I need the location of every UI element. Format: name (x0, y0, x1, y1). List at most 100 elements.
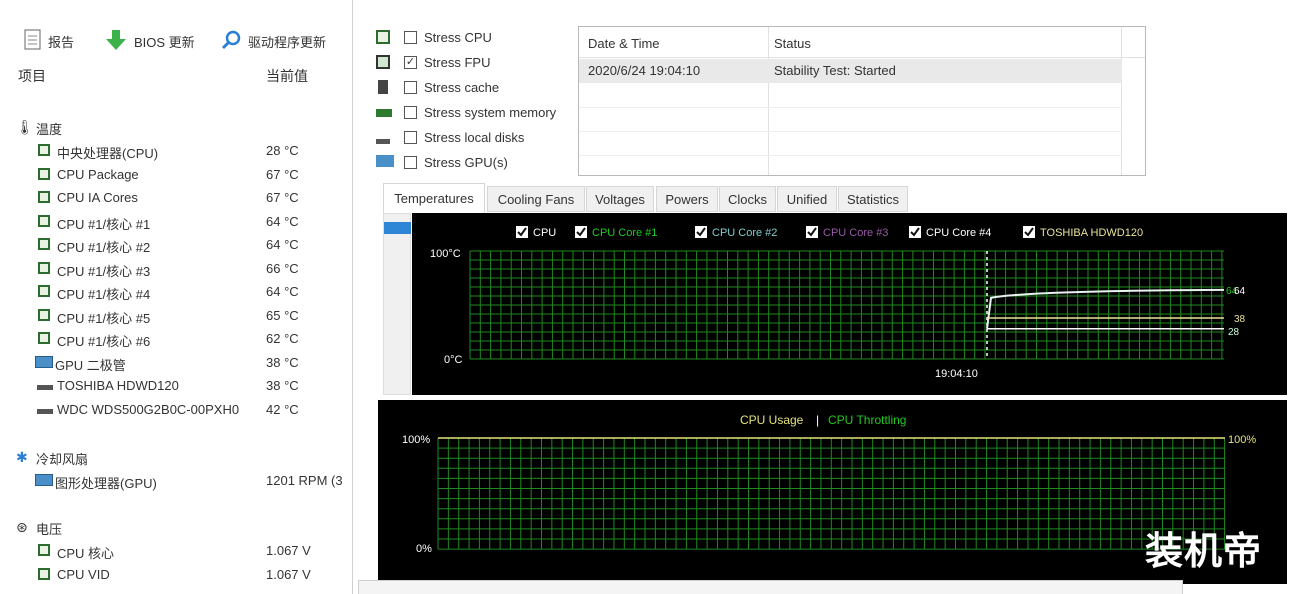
stress-checkbox[interactable] (404, 131, 417, 144)
legend-cpu-usage: CPU Usage (740, 413, 804, 427)
log-row[interactable]: 2020/6/24 19:04:10 Stability Test: Start… (579, 59, 1122, 83)
cache-icon (378, 80, 388, 94)
cpu-icon (38, 261, 50, 274)
log-header (579, 27, 1145, 58)
stress-checkbox[interactable] (404, 156, 417, 169)
sensor-value: 65 °C (266, 307, 299, 323)
y-axis-top-label: 100% (402, 434, 430, 446)
series-end-label: 38 (1234, 314, 1246, 325)
log-header-datetime[interactable]: Date & Time (588, 36, 660, 51)
report-button[interactable]: 报告 (24, 26, 74, 56)
usage-end-label: 100% (1228, 434, 1256, 446)
cpu-icon (38, 144, 50, 156)
legend-label: CPU Core #2 (712, 227, 777, 239)
status-log: Date & Time Status 2020/6/24 19:04:10 St… (578, 26, 1146, 176)
legend-separator: | (816, 413, 819, 427)
sensor-row[interactable]: CPU #1/核心 #5 65 °C (0, 305, 352, 327)
tab-voltages[interactable]: Voltages (586, 186, 654, 212)
bios-update-button[interactable]: BIOS 更新 (104, 26, 195, 56)
tab-powers[interactable]: Powers (656, 186, 718, 212)
stress-checkbox[interactable] (404, 31, 417, 44)
voltage-icon: ⊛ (16, 519, 28, 535)
driver-update-button[interactable]: 驱动程序更新 (220, 26, 326, 56)
legend-label: CPU Core #1 (592, 227, 657, 239)
sensor-label: CPU #1/核心 #6 (57, 334, 151, 349)
sensor-row[interactable]: CPU #1/核心 #4 64 °C (0, 281, 352, 303)
sensor-row[interactable]: CPU #1/核心 #3 66 °C (0, 258, 352, 280)
sensor-row[interactable]: CPU #1/核心 #2 64 °C (0, 234, 352, 256)
stress-option[interactable]: Stress system memory (374, 105, 579, 125)
sensor-group-2[interactable]: ⊛ 电压 (0, 516, 352, 538)
scroll-thumb[interactable] (384, 222, 411, 234)
sensor-label: CPU #1/核心 #4 (57, 287, 151, 302)
stress-option[interactable]: Stress CPU (374, 30, 579, 50)
sensor-label: 图形处理器(GPU) (55, 476, 157, 491)
stress-option[interactable]: Stress GPU(s) (374, 155, 579, 175)
tab-temperatures[interactable]: Temperatures (383, 183, 485, 213)
sensor-value: 38 °C (266, 354, 299, 370)
sensor-label: CPU 核心 (57, 546, 115, 561)
sensor-label: CPU #1/核心 #2 (57, 240, 151, 255)
stress-checkbox[interactable]: ✓ (404, 56, 417, 69)
tab-cooling-fans[interactable]: Cooling Fans (487, 186, 585, 212)
sensor-value: 67 °C (266, 166, 299, 182)
sensor-value: 64 °C (266, 213, 299, 229)
sensor-row[interactable]: CPU VID 1.067 V (0, 564, 352, 586)
stress-option[interactable]: Stress local disks (374, 130, 579, 150)
sensor-row[interactable]: WDC WDS500G2B0C-00PXH0 42 °C (0, 399, 352, 421)
cpu-icon (38, 544, 50, 556)
sensor-row[interactable]: CPU #1/核心 #6 62 °C (0, 328, 352, 350)
sensor-value: 66 °C (266, 260, 299, 276)
sensor-group-label: 冷却风扇 (36, 452, 89, 467)
sensor-row[interactable]: TOSHIBA HDWD120 38 °C (0, 375, 352, 397)
driver-update-label: 驱动程序更新 (248, 34, 327, 50)
tab-statistics[interactable]: Statistics (838, 186, 908, 212)
sensor-row[interactable]: 中央处理器(CPU) 28 °C (0, 140, 352, 162)
column-header-value[interactable]: 当前值 (266, 66, 308, 86)
sensor-row[interactable]: CPU IA Cores 67 °C (0, 187, 352, 209)
sensor-value: 67 °C (266, 190, 299, 205)
sensor-label: CPU Package (57, 166, 139, 182)
graph-scroll-strip[interactable] (383, 213, 411, 395)
sensor-value: 64 °C (266, 237, 299, 252)
disk-icon (376, 139, 390, 144)
sensor-group-0[interactable]: 🌡 温度 (0, 116, 352, 138)
log-row-divider (579, 155, 1122, 156)
legend-label: CPU Core #4 (926, 227, 991, 239)
sensor-label: CPU #1/核心 #3 (57, 263, 151, 279)
sensor-group-label: 温度 (36, 122, 63, 137)
sensor-row[interactable]: GPU 二极管 38 °C (0, 352, 352, 374)
disk-icon (37, 408, 53, 414)
sensor-label: CPU #1/核心 #1 (57, 216, 151, 232)
sensor-value: 62 °C (266, 331, 299, 346)
sensor-row[interactable]: CPU #1/核心 #1 64 °C (0, 211, 352, 233)
sensor-value: 64 °C (266, 284, 299, 299)
bios-update-label: BIOS 更新 (134, 34, 195, 50)
sensor-row[interactable]: 图形处理器(GPU) 1201 RPM (3 (0, 470, 352, 492)
stress-option[interactable]: ✓ Stress FPU (374, 55, 579, 75)
log-header-status[interactable]: Status (774, 36, 811, 51)
memory-icon (376, 109, 392, 117)
stress-checkbox[interactable] (404, 81, 417, 94)
report-label: 报告 (48, 34, 75, 50)
sensor-row[interactable]: CPU 核心 1.067 V (0, 540, 352, 562)
column-header-item[interactable]: 项目 (18, 66, 46, 86)
legend-label: TOSHIBA HDWD120 (1040, 227, 1143, 239)
legend-cpu-throttling: CPU Throttling (828, 413, 906, 427)
sensor-value: 38 °C (266, 378, 299, 393)
stress-checkbox[interactable] (404, 106, 417, 119)
tab-clocks[interactable]: Clocks (719, 186, 776, 212)
stress-option[interactable]: Stress cache (374, 80, 579, 100)
sensor-label: GPU 二极管 (55, 357, 126, 373)
stress-label: Stress system memory (424, 105, 557, 120)
download-arrow-icon (104, 28, 128, 55)
cpu-icon (38, 308, 50, 321)
sensor-label: CPU #1/核心 #5 (57, 310, 151, 326)
cpu-icon (38, 214, 50, 227)
sensor-group-1[interactable]: ✱ 冷却风扇 (0, 446, 352, 468)
gpu-icon (35, 474, 53, 486)
tab-unified[interactable]: Unified (777, 186, 837, 212)
sensor-value: 28 °C (266, 143, 299, 158)
sensor-label: TOSHIBA HDWD120 (57, 378, 179, 393)
sensor-row[interactable]: CPU Package 67 °C (0, 164, 352, 186)
